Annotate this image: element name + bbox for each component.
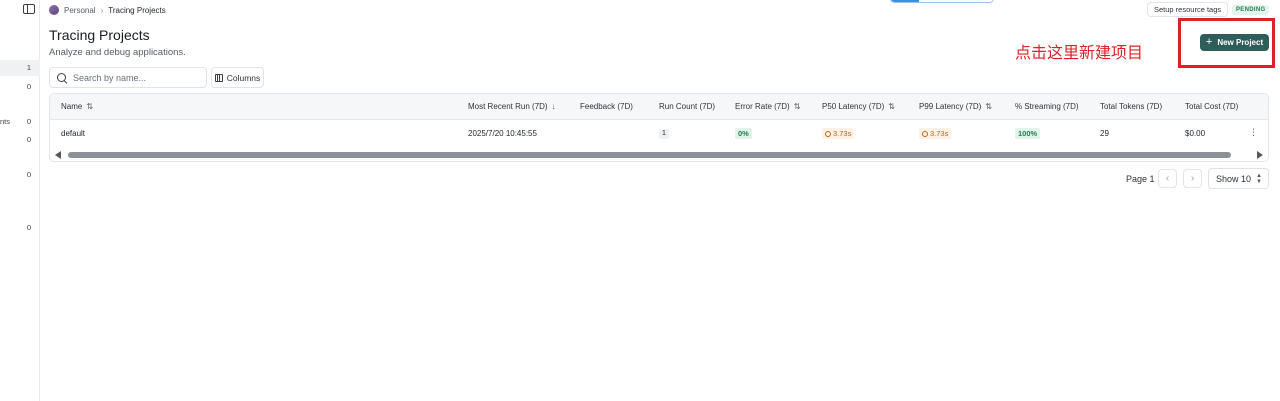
- plus-icon: +: [1205, 36, 1213, 48]
- cell-run-count: 1: [659, 129, 669, 139]
- sidebar-item-2[interactable]: 0: [0, 79, 40, 95]
- setup-resource-tags-button[interactable]: Setup resource tags: [1147, 2, 1229, 17]
- workspace-avatar-icon: [49, 5, 59, 15]
- new-project-button[interactable]: + New Project: [1200, 34, 1269, 51]
- column-header-name[interactable]: Name ⇅: [61, 102, 93, 111]
- projects-table: Name ⇅ Most Recent Run (7D) ↓ Feedback (7D…: [49, 93, 1269, 162]
- cell-most-recent-run: 2025/7/20 10:45:55: [468, 129, 537, 138]
- new-project-label: New Project: [1217, 38, 1264, 47]
- top-toggle-control[interactable]: [890, 0, 994, 3]
- scroll-right-icon[interactable]: [1257, 151, 1263, 159]
- page-size-label: Show 10: [1216, 173, 1252, 184]
- search-box[interactable]: [49, 67, 207, 88]
- column-header-total-tokens[interactable]: Total Tokens (7D): [1100, 102, 1162, 111]
- sort-icon[interactable]: ⇅: [888, 102, 895, 111]
- more-options-icon[interactable]: ⋮: [1249, 128, 1258, 137]
- chevron-right-icon: ›: [100, 5, 104, 15]
- cell-name[interactable]: default: [61, 129, 85, 138]
- cell-total-tokens: 29: [1100, 129, 1109, 138]
- chevron-up-down-icon: ▲ ▼: [1256, 173, 1262, 185]
- breadcrumb-current: Tracing Projects: [108, 5, 166, 15]
- sidebar-item-6[interactable]: 0: [0, 220, 40, 236]
- sidebar-item-label: nts: [0, 117, 11, 126]
- sidebar-item-count: 0: [26, 117, 31, 126]
- columns-button[interactable]: Columns: [211, 67, 264, 88]
- status-badge: PENDING: [1232, 5, 1270, 15]
- breadcrumb-workspace[interactable]: Personal: [64, 6, 96, 15]
- cell-total-cost: $0.00: [1185, 129, 1206, 138]
- column-header-feedback[interactable]: Feedback (7D): [580, 102, 633, 111]
- column-header-streaming[interactable]: % Streaming (7D): [1015, 102, 1079, 111]
- sidebar-item-1[interactable]: 1: [0, 60, 40, 76]
- search-input[interactable]: [73, 72, 193, 83]
- annotation-text: 点击这里新建项目: [1015, 43, 1144, 62]
- sidebar-item-3[interactable]: nts 0: [0, 114, 40, 130]
- left-sidebar: 1 0 nts 0 0 0 0: [0, 0, 40, 401]
- sidebar-item-count: 1: [26, 63, 31, 72]
- clock-icon: [825, 130, 831, 137]
- column-header-most-recent-run[interactable]: Most Recent Run (7D) ↓: [468, 102, 556, 111]
- column-header-p50-latency[interactable]: P50 Latency (7D) ⇅: [822, 102, 895, 111]
- cell-error-rate: 0%: [735, 128, 752, 139]
- search-icon: [57, 72, 67, 83]
- sidebar-item-count: 0: [26, 170, 31, 179]
- previous-page-button[interactable]: ‹: [1158, 169, 1177, 188]
- columns-label: Columns: [226, 72, 261, 83]
- chevron-left-icon: ‹: [1165, 173, 1170, 184]
- columns-icon: [214, 73, 223, 82]
- column-header-p99-latency[interactable]: P99 Latency (7D) ⇅: [919, 102, 992, 111]
- sidebar-item-4[interactable]: 0: [0, 132, 40, 148]
- cell-p50-latency: 3.73s: [822, 128, 855, 139]
- sidebar-toggle-icon[interactable]: [23, 4, 35, 14]
- sort-icon[interactable]: ⇅: [86, 102, 93, 111]
- sidebar-item-count: 0: [26, 223, 31, 232]
- page-title: Tracing Projects: [49, 27, 150, 43]
- column-header-error-rate[interactable]: Error Rate (7D) ⇅: [735, 102, 800, 111]
- cell-streaming: 100%: [1015, 128, 1041, 139]
- sidebar-item-5[interactable]: 0: [0, 167, 40, 183]
- column-header-run-count[interactable]: Run Count (7D): [659, 102, 715, 111]
- scroll-left-icon[interactable]: [55, 151, 61, 159]
- sidebar-item-count: 0: [26, 82, 31, 91]
- column-header-total-cost[interactable]: Total Cost (7D): [1185, 102, 1238, 111]
- sort-icon[interactable]: ⇅: [985, 102, 992, 111]
- table-header: Name ⇅ Most Recent Run (7D) ↓ Feedback (7D…: [50, 94, 1268, 120]
- chevron-right-icon: ›: [1190, 173, 1195, 184]
- page-subtitle: Analyze and debug applications.: [49, 47, 186, 58]
- page-indicator: Page 1: [1126, 174, 1155, 184]
- breadcrumb: Personal › Tracing Projects: [49, 4, 166, 16]
- next-page-button[interactable]: ›: [1183, 169, 1202, 188]
- horizontal-scrollbar[interactable]: [50, 149, 1268, 161]
- clock-icon: [922, 130, 928, 137]
- table-row[interactable]: default 2025/7/20 10:45:55 1 0% 3.73s 3.…: [50, 121, 1268, 147]
- sort-icon[interactable]: ⇅: [794, 102, 801, 111]
- cell-p99-latency: 3.73s: [919, 128, 952, 139]
- scrollbar-thumb[interactable]: [68, 152, 1231, 158]
- page-size-select[interactable]: Show 10 ▲ ▼: [1208, 168, 1269, 189]
- sidebar-item-count: 0: [26, 135, 31, 144]
- sort-descending-icon[interactable]: ↓: [552, 102, 556, 111]
